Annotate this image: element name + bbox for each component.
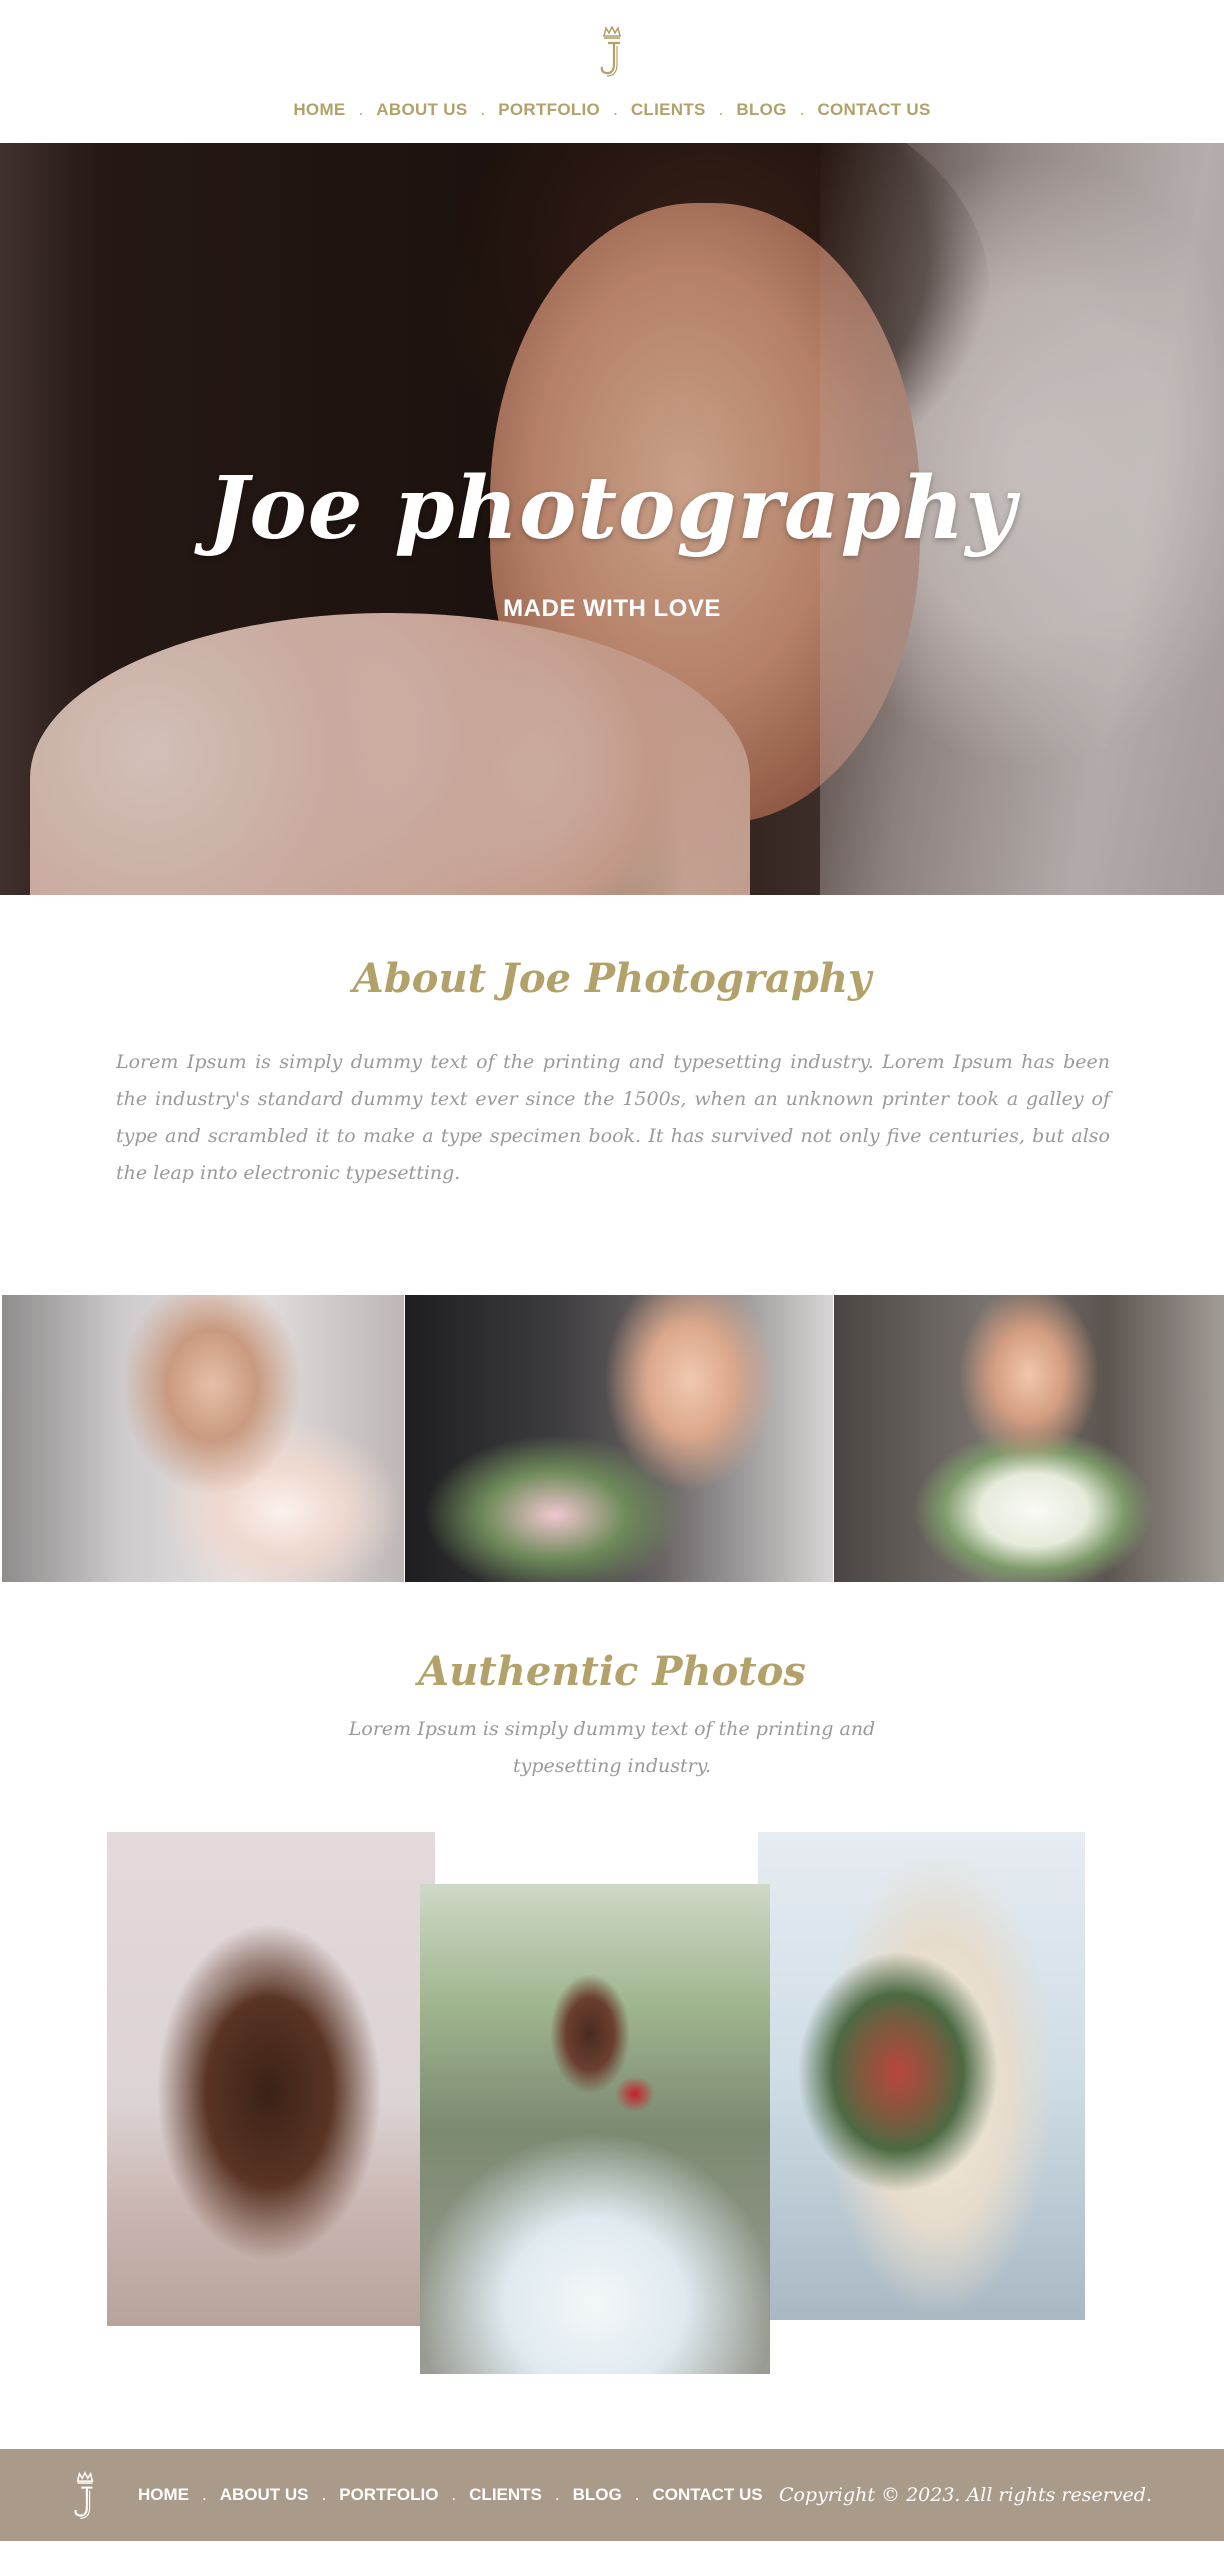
footer-nav-contact-us[interactable]: CONTACT US	[652, 2485, 762, 2505]
nav-separator: .	[480, 100, 486, 119]
nav-separator: .	[613, 100, 618, 119]
nav-separator: .	[718, 100, 724, 119]
crown-j-logo-icon[interactable]	[72, 2471, 98, 2521]
authentic-photo-bride-gown[interactable]	[420, 1884, 770, 2374]
nav-separator: .	[202, 2485, 207, 2504]
nav-separator: .	[321, 2485, 327, 2504]
nav-clients[interactable]: CLIENTS	[631, 100, 706, 120]
footer-nav: HOME . ABOUT US . PORTFOLIO . CLIENTS . …	[138, 2449, 763, 2541]
hero-banner: Joe photography MADE WITH LOVE	[0, 143, 1224, 895]
nav-separator: .	[358, 100, 364, 119]
gallery-photo-bride-veil[interactable]	[2, 1295, 404, 1582]
gallery-photo-bride-car[interactable]	[405, 1295, 833, 1582]
site-footer: HOME . ABOUT US . PORTFOLIO . CLIENTS . …	[0, 2449, 1224, 2541]
gallery-row	[0, 1295, 1224, 1582]
nav-separator: .	[451, 2485, 457, 2504]
hero-subtitle: MADE WITH LOVE	[503, 595, 721, 622]
nav-separator: .	[554, 2485, 560, 2504]
nav-separator: .	[634, 2485, 640, 2504]
copyright-text: Copyright © 2023. All rights reserved.	[778, 2484, 1152, 2506]
nav-home[interactable]: HOME	[293, 100, 345, 120]
gallery-photo-bride-bouquet[interactable]	[834, 1295, 1224, 1582]
footer-nav-home[interactable]: HOME	[138, 2485, 189, 2505]
about-title: About Joe Photography	[352, 955, 872, 1002]
authentic-photo-hairstyle[interactable]	[107, 1832, 435, 2326]
about-text: Lorem Ipsum is simply dummy text of the …	[116, 1051, 1110, 1184]
crown-j-logo-icon[interactable]	[598, 26, 626, 78]
authentic-text: Lorem Ipsum is simply dummy text of the …	[348, 1718, 876, 1777]
footer-nav-about-us[interactable]: ABOUT US	[220, 2485, 309, 2505]
nav-contact-us[interactable]: CONTACT US	[817, 100, 930, 120]
main-nav: HOME . ABOUT US . PORTFOLIO . CLIENTS . …	[0, 100, 1224, 120]
footer-nav-blog[interactable]: BLOG	[573, 2485, 622, 2505]
nav-separator: .	[799, 100, 805, 119]
site-header: HOME . ABOUT US . PORTFOLIO . CLIENTS . …	[0, 0, 1224, 143]
footer-nav-clients[interactable]: CLIENTS	[469, 2485, 542, 2505]
nav-blog[interactable]: BLOG	[736, 100, 786, 120]
footer-nav-portfolio[interactable]: PORTFOLIO	[339, 2485, 438, 2505]
authentic-photo-bouquet-dress[interactable]	[758, 1832, 1085, 2320]
authentic-title: Authentic Photos	[418, 1648, 806, 1695]
nav-about-us[interactable]: ABOUT US	[376, 100, 467, 120]
nav-portfolio[interactable]: PORTFOLIO	[498, 100, 600, 120]
hero-title: Joe photography	[207, 458, 1017, 559]
